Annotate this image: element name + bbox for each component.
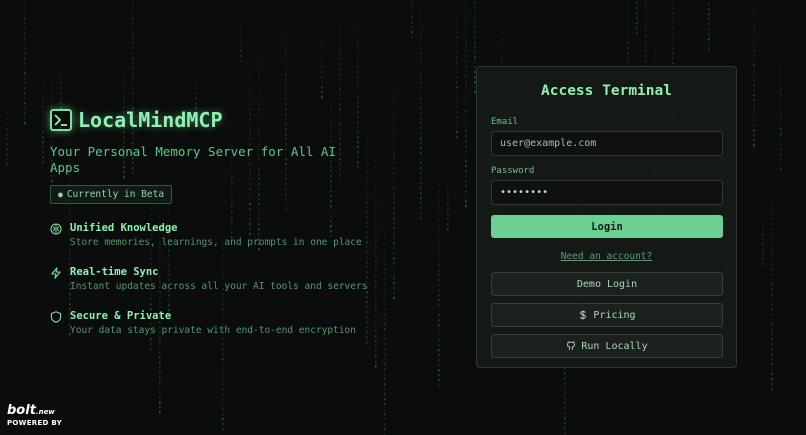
feature-item-secure-private: Secure & Private Your data stays private…	[50, 310, 390, 336]
demo-login-label: Demo Login	[576, 278, 638, 290]
login-button[interactable]: Login	[491, 215, 723, 238]
feature-title: Secure & Private	[70, 310, 172, 322]
github-icon	[567, 341, 576, 350]
email-input[interactable]	[491, 131, 723, 156]
feature-desc: Instant updates across all your AI tools…	[70, 281, 368, 292]
brain-icon	[50, 223, 62, 235]
dot-icon: ●	[58, 190, 63, 199]
password-label: Password	[491, 166, 535, 176]
feature-title: Unified Knowledge	[70, 222, 178, 234]
feature-desc: Your data stays private with end-to-end …	[70, 325, 356, 336]
password-input[interactable]	[491, 180, 723, 205]
email-label: Email	[491, 117, 519, 127]
hero-section: LocalMindMCP Your Personal Memory Server…	[50, 108, 390, 354]
beta-badge-label: Currently in Beta	[66, 189, 165, 200]
powered-by-label: POWERED BY	[7, 419, 63, 427]
demo-login-button[interactable]: Demo Login	[491, 272, 723, 296]
feature-item-unified-knowledge: Unified Knowledge Store memories, learni…	[50, 222, 390, 248]
tagline: Your Personal Memory Server for All AI A…	[50, 144, 336, 175]
shield-icon	[50, 311, 62, 323]
feature-title: Real-time Sync	[70, 266, 159, 278]
brand-title: LocalMindMCP	[78, 108, 223, 132]
zap-icon	[51, 267, 61, 279]
feature-desc: Store memories, learnings, and prompts i…	[70, 237, 362, 248]
beta-badge: ● Currently in Beta	[50, 185, 173, 204]
run-locally-label: Run Locally	[581, 340, 648, 352]
feature-list: Unified Knowledge Store memories, learni…	[50, 222, 390, 336]
bolt-logo: bolt.new	[7, 403, 55, 418]
panel-title: Access Terminal	[541, 83, 672, 99]
signup-link[interactable]: Need an account?	[491, 251, 722, 262]
run-locally-button[interactable]: Run Locally	[491, 334, 723, 358]
bolt-badge[interactable]: bolt.new POWERED BY	[7, 403, 62, 427]
login-panel: Access Terminal Email Password Login Nee…	[476, 66, 737, 368]
feature-item-real-time-sync: Real-time Sync Instant updates across al…	[50, 266, 390, 292]
brand: LocalMindMCP	[50, 108, 390, 132]
terminal-icon	[50, 109, 72, 131]
pricing-label: Pricing	[593, 309, 636, 321]
pricing-button[interactable]: Pricing	[491, 303, 723, 327]
dollar-icon	[580, 310, 587, 320]
